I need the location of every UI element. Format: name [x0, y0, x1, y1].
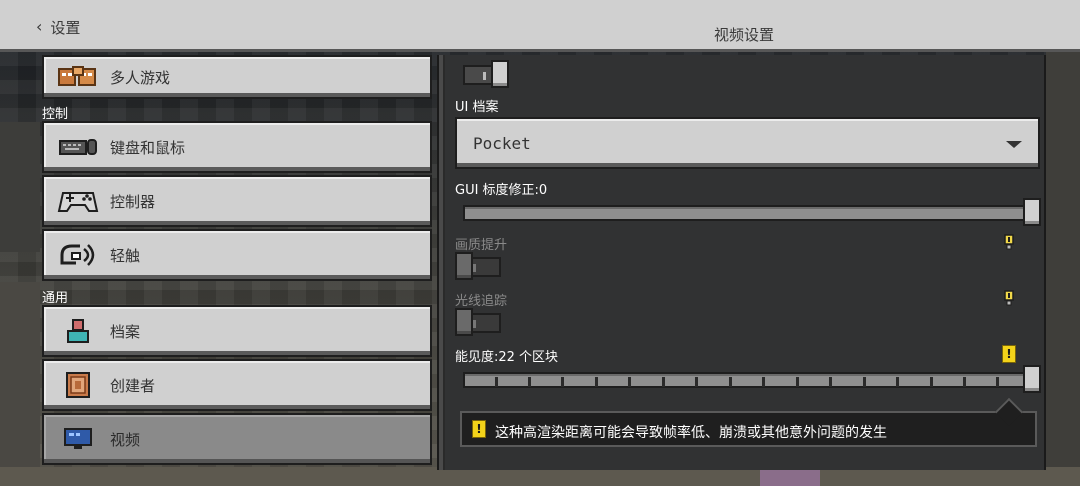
render-distance-warning: ! 这种高渲染距离可能会导致帧率低、崩溃或其他意外问题的发生: [460, 397, 1037, 447]
sidebar-item-keyboard-mouse[interactable]: 键盘和鼠标: [42, 121, 432, 173]
caret-down-icon: [1006, 141, 1022, 148]
back-label: 设置: [50, 18, 81, 37]
section-label-controls: 控制: [42, 107, 69, 122]
ui-profile-label: UI 档案: [455, 100, 499, 115]
header-bar: ‹ 设置 视频设置: [0, 0, 1080, 52]
raytracing-label: 光线追踪: [455, 294, 508, 309]
ui-profile-dropdown[interactable]: Pocket: [455, 117, 1040, 169]
top-toggle[interactable]: [463, 60, 509, 88]
warning-text: 这种高渲染距离可能会导致帧率低、崩溃或其他意外问题的发生: [495, 425, 887, 441]
profile-icon: [56, 316, 100, 346]
slider-thumb[interactable]: [1023, 365, 1041, 393]
video-settings-panel: UI 档案 Pocket GUI 标度修正:0 画质提升 光线追踪 能见度:22…: [445, 55, 1046, 470]
lightbulb-icon[interactable]: [1002, 234, 1016, 250]
chevron-left-icon: ‹: [36, 17, 43, 36]
controller-icon: [56, 186, 100, 216]
page-title: 视频设置: [713, 26, 774, 44]
slider-thumb[interactable]: [1023, 198, 1041, 226]
sidebar-item-multiplayer[interactable]: 多人游戏: [42, 55, 432, 99]
multiplayer-icon: [56, 62, 100, 92]
ui-profile-value: Pocket: [473, 134, 531, 153]
sidebar-item-video[interactable]: 视频: [42, 413, 432, 465]
sidebar-item-label: 轻触: [110, 246, 141, 265]
sidebar-item-label: 键盘和鼠标: [110, 138, 186, 157]
creator-icon: [56, 370, 100, 400]
sidebar-item-label: 创建者: [110, 376, 156, 395]
sidebar-item-touch[interactable]: 轻触: [42, 229, 432, 281]
sidebar-item-creator[interactable]: 创建者: [42, 359, 432, 411]
sidebar-item-label: 视频: [110, 430, 141, 449]
raytracing-toggle[interactable]: [455, 308, 501, 336]
gui-scale-label: GUI 标度修正:0: [455, 183, 548, 198]
render-distance-label: 能见度:22 个区块: [455, 350, 559, 365]
sidebar-item-label: 档案: [110, 322, 141, 341]
back-button[interactable]: ‹ 设置: [36, 16, 80, 38]
sidebar-item-label: 控制器: [110, 192, 156, 211]
tooltip-notch: [994, 397, 1024, 427]
touch-icon: [56, 240, 100, 270]
panel-divider: [437, 55, 445, 470]
upscaling-toggle[interactable]: [455, 252, 501, 280]
render-distance-slider[interactable]: [463, 365, 1041, 393]
lightbulb-icon[interactable]: [1002, 290, 1016, 306]
video-monitor-icon: [56, 424, 100, 454]
sidebar-item-controller[interactable]: 控制器: [42, 175, 432, 227]
sidebar-item-label: 多人游戏: [110, 68, 171, 87]
sidebar-item-profile[interactable]: 档案: [42, 305, 432, 357]
warning-icon: !: [472, 420, 486, 438]
warning-icon[interactable]: !: [1002, 345, 1016, 363]
section-label-general: 通用: [42, 291, 69, 306]
gui-scale-slider[interactable]: [463, 198, 1041, 226]
upscaling-label: 画质提升: [455, 238, 508, 253]
keyboard-mouse-icon: [56, 132, 100, 162]
settings-sidebar: 多人游戏 控制 键盘和鼠标 控制器 轻触 通用 档案 创建者 视频: [40, 55, 434, 470]
